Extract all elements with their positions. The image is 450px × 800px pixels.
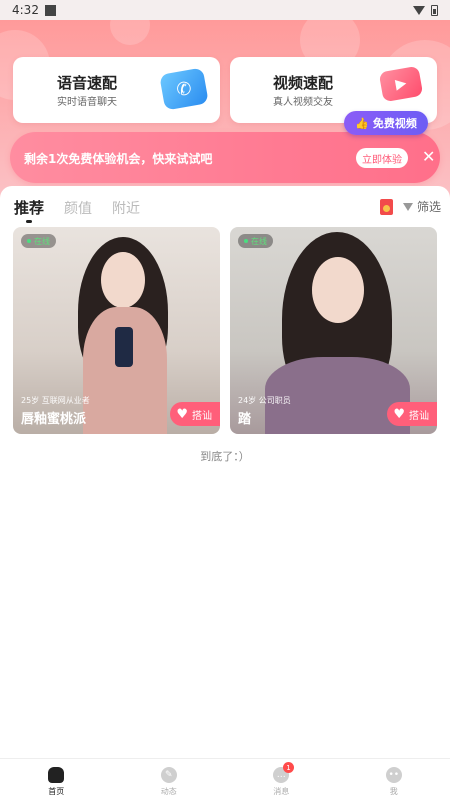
tab-recommend[interactable]: 推荐 [14, 197, 44, 223]
online-status-badge: 在线 [21, 234, 56, 248]
red-envelope-icon[interactable] [379, 198, 393, 215]
nav-home[interactable]: 首页 [0, 759, 113, 800]
filter-label: 筛选 [416, 200, 441, 214]
heart-icon: ♥ [176, 406, 188, 422]
status-time: 4:32 [12, 3, 39, 17]
battery-icon [431, 4, 438, 16]
wifi-icon [413, 5, 425, 15]
profile-meta: 24岁 公司职员 [238, 396, 291, 405]
online-status-badge: 在线 [238, 234, 273, 248]
end-of-list-text: 到底了：） [200, 450, 250, 463]
main-content: 推荐 颜值 附近 筛选 在线 25岁 互联网从业者 唇釉蜜桃派 ♥ 搭讪 在线 … [0, 186, 450, 758]
nav-moments[interactable]: ✎ 动态 [113, 759, 226, 800]
profile-card[interactable]: 在线 25岁 互联网从业者 唇釉蜜桃派 ♥ 搭讪 [13, 227, 220, 434]
try-now-button[interactable]: 立即体验 [356, 148, 408, 168]
status-bar: 4:32 [0, 0, 450, 20]
home-icon [48, 767, 65, 783]
category-tabs: 推荐 颜值 附近 [14, 197, 140, 223]
profile-meta: 25岁 互联网从业者 [21, 396, 90, 405]
pencil-icon: ✎ [160, 767, 177, 783]
profile-name: 踏 [238, 412, 252, 427]
video-match-title: 视频速配 [273, 74, 334, 92]
voice-match-title: 语音速配 [57, 74, 118, 92]
notification-icon [44, 4, 56, 16]
heart-icon: ♥ [393, 406, 405, 422]
tab-looks[interactable]: 颜值 [64, 198, 92, 218]
tab-nearby[interactable]: 附近 [112, 198, 140, 218]
bottom-navigation: 首页 ✎ 动态 … 1 消息 •• 我 [0, 758, 450, 800]
nav-me[interactable]: •• 我 [338, 759, 450, 800]
profile-card[interactable]: 在线 24岁 公司职员 踏 ♥ 搭讪 [230, 227, 437, 434]
greet-button[interactable]: ♥ 搭讪 [387, 402, 437, 426]
promo-text: 剩余1次免费体验机会，快来试试吧 [24, 152, 213, 166]
phone-icon: ✆ [159, 67, 209, 111]
filter-button[interactable]: 筛选 [402, 198, 441, 215]
greet-button[interactable]: ♥ 搭讪 [170, 402, 220, 426]
video-match-subtitle: 真人视频交友 [273, 97, 333, 108]
voice-match-card[interactable]: 语音速配 实时语音聊天 ✆ [13, 57, 220, 123]
nav-messages[interactable]: … 1 消息 [225, 759, 338, 800]
funnel-icon [402, 202, 413, 211]
promo-banner: 剩余1次免费体验机会，快来试试吧 立即体验 ✕ [10, 132, 440, 183]
profile-face-icon: •• [385, 767, 402, 783]
video-play-icon: ▶ [378, 65, 424, 103]
profile-info: 24岁 公司职员 踏 [238, 395, 291, 427]
voice-match-subtitle: 实时语音聊天 [57, 97, 117, 108]
profile-info: 25岁 互联网从业者 唇釉蜜桃派 [21, 395, 90, 427]
filter-area: 筛选 [379, 198, 441, 215]
close-icon[interactable]: ✕ [422, 147, 435, 166]
free-video-badge[interactable]: 👍 免费视频 [344, 111, 428, 135]
thumbs-up-icon: 👍 [355, 116, 369, 130]
free-video-label: 免费视频 [372, 117, 417, 130]
profile-name: 唇釉蜜桃派 [21, 412, 87, 427]
message-count-badge: 1 [283, 762, 294, 773]
